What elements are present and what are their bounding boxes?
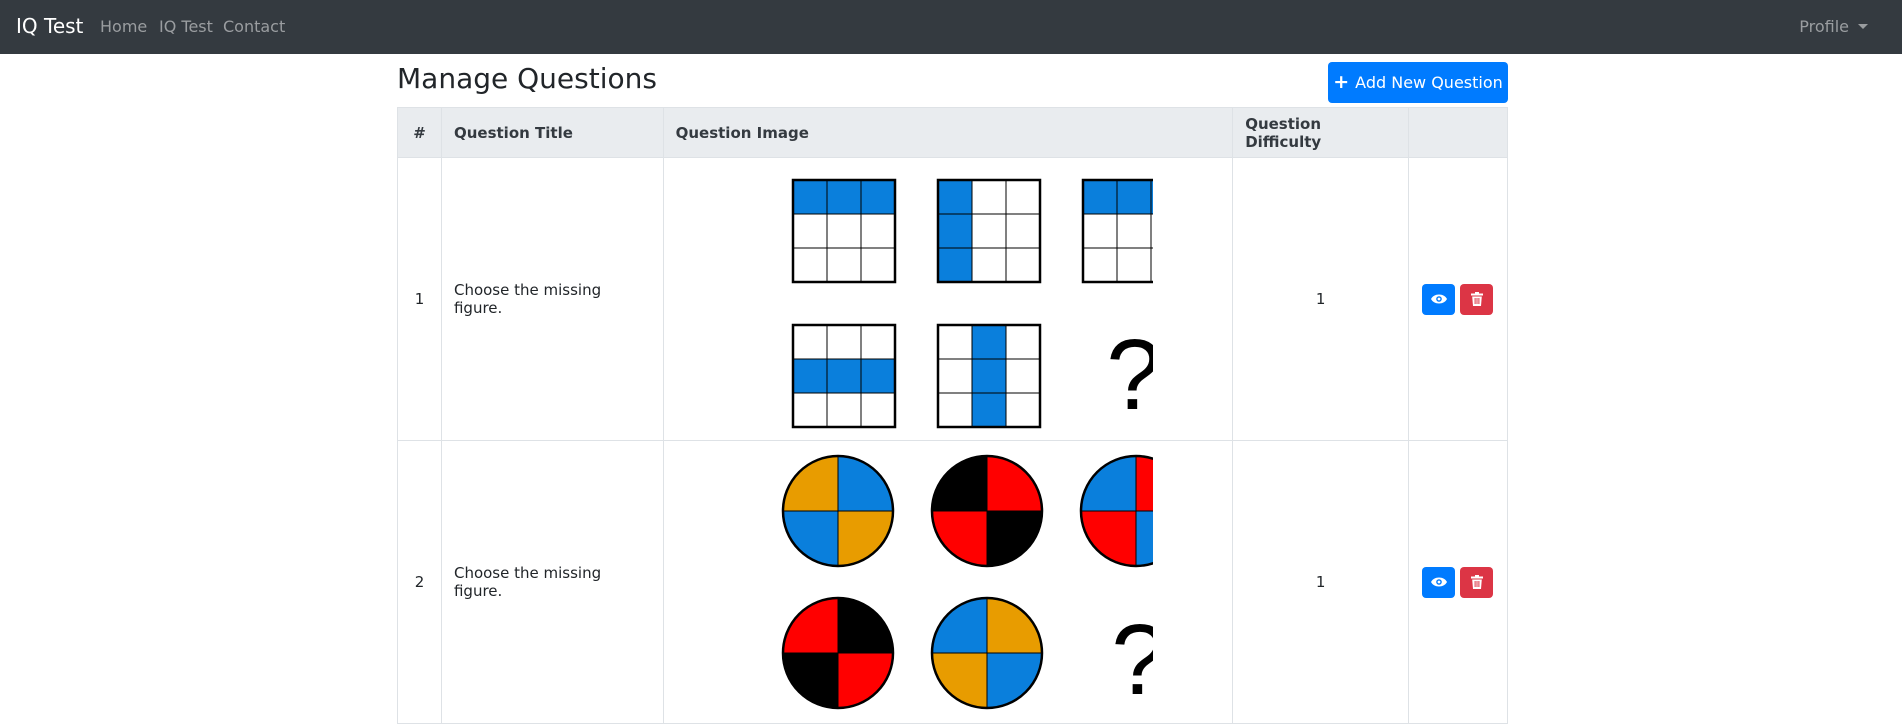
- question-title: Choose the missing figure.: [440, 440, 664, 724]
- brand[interactable]: IQ Test: [16, 14, 83, 38]
- question-image-grid-pattern: ?: [791, 178, 1153, 431]
- caret-down-icon: [1858, 24, 1868, 29]
- actions-cell: [1407, 440, 1509, 724]
- question-mark: ?: [1106, 319, 1153, 431]
- header-question-title: Question Title: [440, 107, 664, 158]
- table-row: 1 Choose the missing figure. 1: [397, 157, 1509, 441]
- add-new-question-label: Add New Question: [1355, 73, 1503, 92]
- question-image-cell: ?: [662, 440, 1234, 724]
- question-image-cell: ?: [662, 157, 1234, 441]
- header-number: #: [397, 107, 442, 158]
- nav-link-contact[interactable]: Contact: [223, 17, 285, 36]
- questions-table: # Question Title Question Image Question…: [397, 107, 1509, 724]
- delete-button[interactable]: [1460, 283, 1494, 315]
- delete-button[interactable]: [1460, 566, 1494, 598]
- nav-link-iq-test[interactable]: IQ Test: [159, 17, 213, 36]
- actions-cell: [1407, 157, 1509, 441]
- trash-icon: [1470, 292, 1483, 306]
- plus-icon: +: [1333, 71, 1350, 93]
- question-image-circle-pattern: ?: [781, 454, 1153, 716]
- add-new-question-button[interactable]: + Add New Question: [1328, 62, 1508, 103]
- table-header-row: # Question Title Question Image Question…: [397, 107, 1509, 158]
- eye-icon: [1430, 294, 1447, 304]
- table-row: 2 Choose the missing figure. 1: [397, 440, 1509, 724]
- question-difficulty: 1: [1232, 440, 1409, 724]
- navbar: IQ Test Home IQ Test Contact Profile: [0, 0, 1902, 54]
- header-question-image: Question Image: [662, 107, 1234, 158]
- question-mark: ?: [1111, 604, 1153, 716]
- view-button[interactable]: [1422, 283, 1456, 315]
- header-question-difficulty: Question Difficulty: [1232, 107, 1409, 158]
- header-actions: [1407, 107, 1509, 158]
- nav-link-home[interactable]: Home: [100, 17, 147, 36]
- view-button[interactable]: [1422, 566, 1456, 598]
- profile-dropdown[interactable]: Profile: [1799, 17, 1868, 36]
- row-number: 2: [397, 440, 442, 724]
- page-title: Manage Questions: [397, 62, 657, 95]
- trash-icon: [1470, 575, 1483, 589]
- question-difficulty: 1: [1232, 157, 1409, 441]
- eye-icon: [1430, 577, 1447, 587]
- row-number: 1: [397, 157, 442, 441]
- profile-label: Profile: [1799, 17, 1849, 36]
- question-title: Choose the missing figure.: [440, 157, 664, 441]
